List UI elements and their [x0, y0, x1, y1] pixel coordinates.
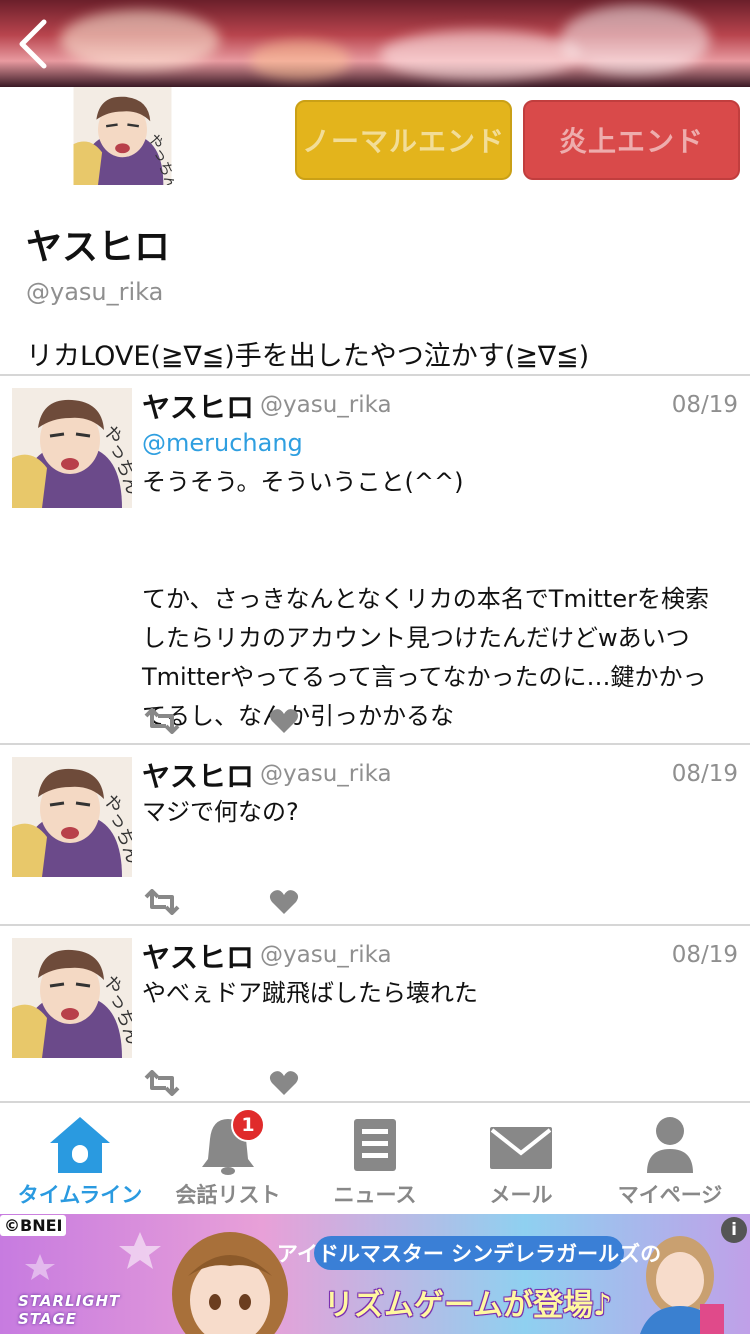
heart-icon [269, 890, 299, 914]
chevron-left-icon [19, 19, 47, 69]
tab-label: マイページ [617, 1183, 723, 1207]
tweet-text-line: したらリカのアカウント見つけたんだけどwあいつ [142, 624, 690, 652]
tweet-author-handle: @yasu_rika [260, 942, 392, 968]
retweet-button[interactable] [142, 1070, 182, 1100]
tab-news[interactable]: ニュース [300, 1103, 450, 1216]
retweet-icon [144, 708, 180, 734]
tweet-text-line: マジで何なの? [142, 798, 299, 826]
flame-end-button[interactable]: 炎上エンド [523, 100, 740, 180]
tweet-text-line: やべぇドア蹴飛ばしたら壊れた [142, 979, 478, 1007]
tweet-date: 08/19 [671, 761, 738, 787]
ad-logo: STARLIGHT STAGE [18, 1292, 121, 1328]
tweet-author-handle: @yasu_rika [260, 761, 392, 787]
profile-bio: リカLOVE(≧∇≦)手を出したやつ泣かす(≧∇≦) [26, 341, 590, 372]
tweet-text-line: てるし、なんか引っかかるな [142, 697, 748, 736]
news-icon [354, 1119, 396, 1171]
back-button[interactable] [14, 18, 54, 70]
tab-my-page[interactable]: マイページ [595, 1103, 745, 1216]
tweet-author-handle: @yasu_rika [260, 392, 392, 418]
tweet-author-name: ヤスヒロ [142, 391, 255, 424]
tab-label: メール [489, 1183, 553, 1207]
heart-icon [269, 709, 299, 733]
heart-icon [269, 1071, 299, 1095]
home-icon [50, 1117, 110, 1173]
tweet-date: 08/19 [671, 392, 738, 418]
tweet-text-line: そうそう。そういうこと(^^) [142, 468, 464, 496]
tweet-item[interactable]: やっちん ヤスヒロ @yasu_rika 08/19 @meruchang そう… [0, 376, 750, 744]
ad-info-icon[interactable]: i [721, 1217, 747, 1243]
retweet-icon [144, 889, 180, 915]
ad-copyright: ©BNEI [0, 1215, 67, 1236]
ad-banner[interactable]: ©BNEI i STARLIGHT STAGE アイドルマスター シンデレラガー… [0, 1214, 750, 1334]
tweet-item[interactable]: やっちん ヤスヒロ @yasu_rika 08/19 やべぇドア蹴飛ばしたら壊れ… [0, 926, 750, 1101]
tweet-body: マジで何なの? [142, 793, 748, 832]
tweet-author-name: ヤスヒロ [142, 760, 255, 793]
normal-end-button[interactable]: ノーマルエンド [295, 100, 512, 180]
tweet-date: 08/19 [671, 942, 738, 968]
retweet-button[interactable] [142, 708, 182, 738]
ad-subheadline: リズムゲームが登場♪ [323, 1288, 613, 1323]
retweet-icon [144, 1070, 180, 1096]
tab-bar: タイムライン 会話リスト ニュース メール マイページ [0, 1101, 750, 1216]
tab-timeline[interactable]: タイムライン [5, 1103, 155, 1216]
tab-label: 会話リスト [175, 1183, 281, 1207]
profile-avatar: やっちん [71, 87, 174, 185]
tweet-avatar[interactable]: やっちん [12, 757, 132, 877]
profile-handle: @yasu_rika [26, 278, 164, 306]
person-icon [647, 1117, 693, 1173]
tweet-text-line: てか、さっきなんとなくリカの本名でTmitterを検索 [142, 585, 709, 613]
tab-mail[interactable]: メール [446, 1103, 596, 1216]
tab-label: タイムライン [17, 1183, 143, 1207]
tab-label: ニュース [333, 1183, 417, 1207]
notification-badge: 1 [231, 1108, 265, 1142]
like-button[interactable] [269, 889, 299, 919]
tweet-body: やべぇドア蹴飛ばしたら壊れた [142, 974, 748, 1013]
tweet-text-line: Tmitterやってるって言ってなかったのに…鍵かかっ [142, 663, 707, 691]
tweet-item[interactable]: やっちん ヤスヒロ @yasu_rika 08/19 マジで何なの? [0, 745, 750, 925]
tweet-body: @meruchang そうそう。そういうこと(^^) てか、さっきなんとなくリカ… [142, 424, 748, 736]
tweet-author-name: ヤスヒロ [142, 941, 255, 974]
ad-headline: アイドルマスター シンデレラガールズの [277, 1236, 661, 1270]
tab-conversation-list[interactable]: 会話リスト [153, 1103, 303, 1216]
mail-icon [490, 1127, 552, 1169]
like-button[interactable] [269, 1070, 299, 1100]
tweet-mention-link[interactable]: @meruchang [142, 424, 748, 463]
retweet-button[interactable] [142, 889, 182, 919]
like-button[interactable] [269, 708, 299, 738]
tweet-avatar[interactable]: やっちん [12, 938, 132, 1058]
header-banner [0, 0, 750, 87]
profile-name: ヤスヒロ [26, 227, 171, 268]
tweet-avatar[interactable]: やっちん [12, 388, 132, 508]
